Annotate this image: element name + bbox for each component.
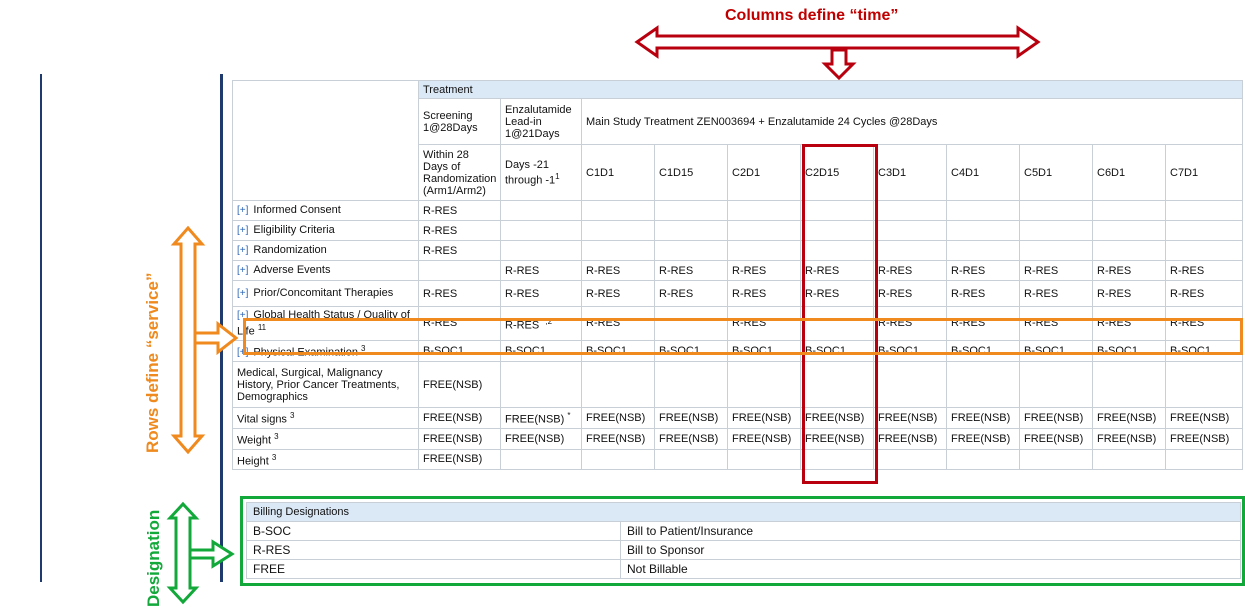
rows-right-arrow: [193, 320, 239, 356]
annotation-arrows: [166, 25, 1041, 605]
columns-down-arrow: [821, 48, 857, 81]
designation-right-arrow: [188, 539, 235, 569]
